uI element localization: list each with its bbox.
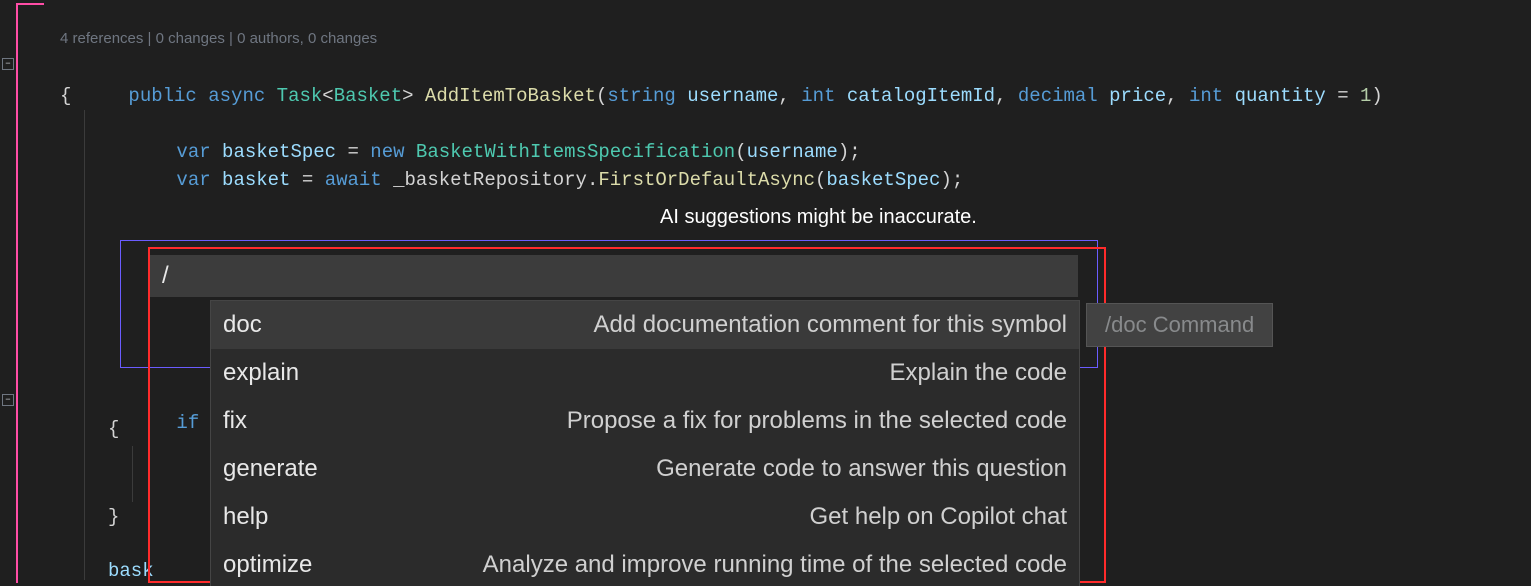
fold-toggle-icon[interactable]: − — [2, 394, 14, 406]
command-item-explain[interactable]: explain Explain the code — [211, 349, 1079, 397]
command-item-doc[interactable]: doc Add documentation comment for this s… — [211, 301, 1079, 349]
command-item-help[interactable]: help Get help on Copilot chat — [211, 493, 1079, 541]
tooltip-text: doc Command — [1111, 312, 1254, 338]
code-line-brace-open[interactable]: { — [60, 82, 71, 110]
command-tooltip: /doc Command — [1086, 303, 1273, 347]
code-line-brace[interactable]: { — [108, 418, 119, 440]
fold-toggle-icon[interactable]: − — [2, 58, 14, 70]
ai-warning-label: AI suggestions might be inaccurate. — [660, 206, 977, 229]
indent-guide — [84, 110, 85, 580]
copilot-command-list[interactable]: doc Add documentation comment for this s… — [210, 300, 1080, 586]
code-line-brace-close[interactable]: } — [108, 506, 119, 528]
indent-guide — [132, 446, 133, 502]
command-item-fix[interactable]: fix Propose a fix for problems in the se… — [211, 397, 1079, 445]
command-item-generate[interactable]: generate Generate code to answer this qu… — [211, 445, 1079, 493]
structure-guide-horizontal — [16, 3, 44, 5]
codelens-info[interactable]: 4 references | 0 changes | 0 authors, 0 … — [60, 30, 377, 47]
code-editor[interactable]: − − 4 references | 0 changes | 0 authors… — [0, 0, 1531, 586]
structure-guide-vertical — [16, 3, 18, 583]
command-item-optimize[interactable]: optimize Analyze and improve running tim… — [211, 541, 1079, 586]
code-line-bask[interactable]: bask — [108, 560, 154, 582]
